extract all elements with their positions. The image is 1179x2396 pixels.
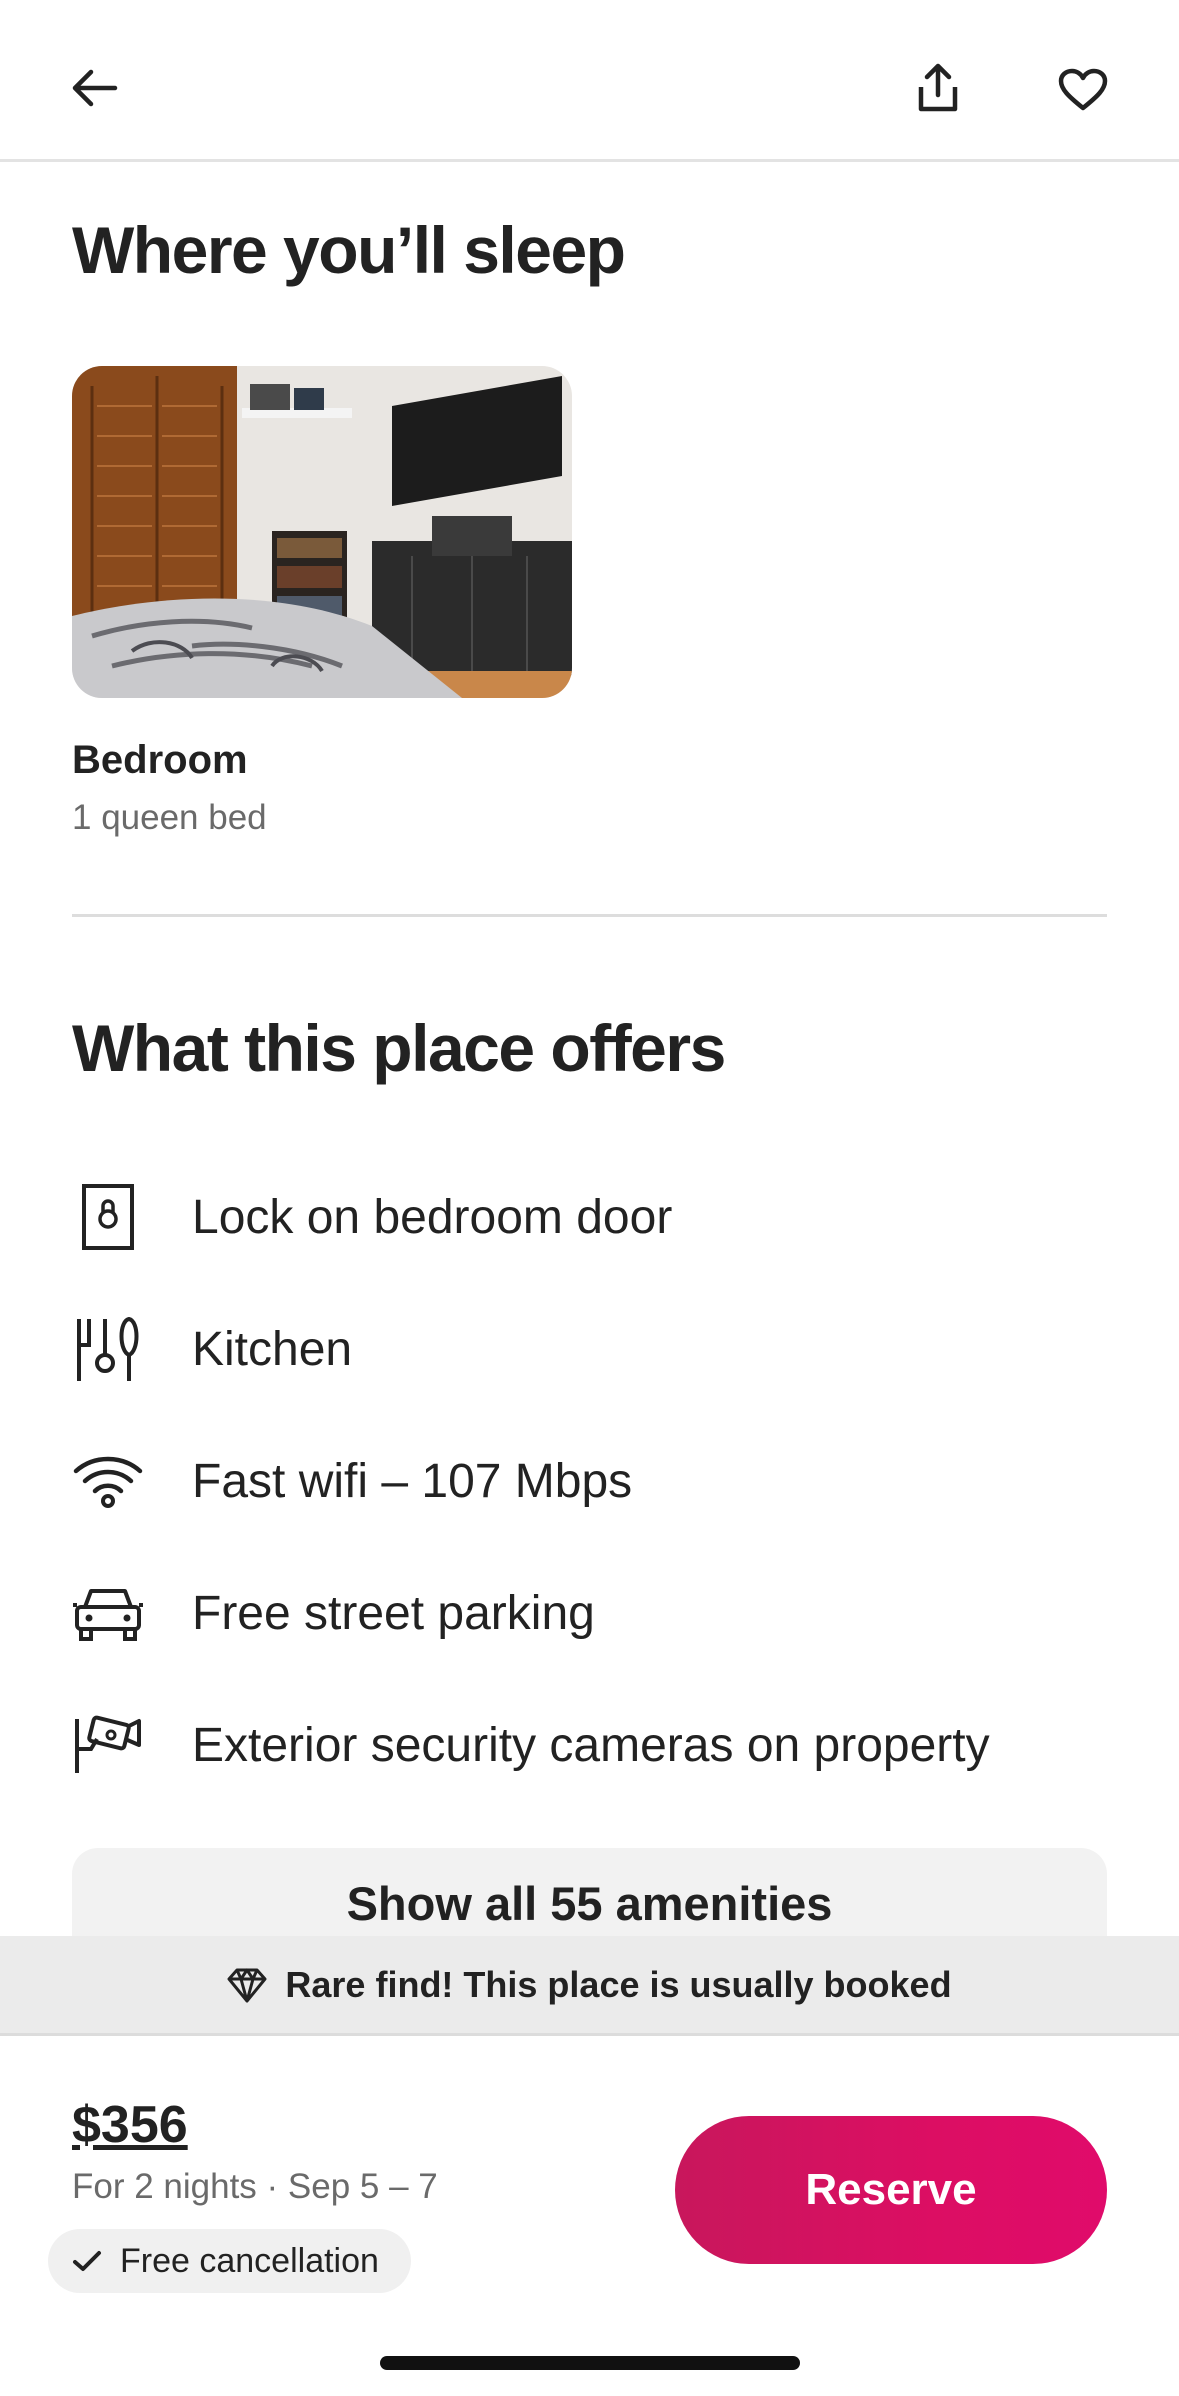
amenity-item: Fast wifi – 107 Mbps	[72, 1436, 1107, 1526]
kitchen-utensils-icon	[72, 1313, 144, 1385]
amenity-label: Lock on bedroom door	[192, 1190, 673, 1244]
offers-section-title: What this place offers	[72, 1011, 726, 1085]
bedroom-photo[interactable]	[72, 366, 572, 698]
amenity-label: Free street parking	[192, 1586, 595, 1640]
free-cancellation-badge: Free cancellation	[48, 2229, 411, 2293]
amenity-item: Free street parking	[72, 1568, 1107, 1658]
arrow-left-icon	[72, 69, 118, 107]
bedroom-image	[72, 366, 572, 698]
reserve-button[interactable]: Reserve	[675, 2116, 1107, 2264]
amenity-label: Exterior security cameras on property	[192, 1718, 990, 1772]
save-button[interactable]	[1043, 50, 1123, 130]
amenity-label: Kitchen	[192, 1322, 353, 1376]
amenity-item: Lock on bedroom door	[72, 1172, 1107, 1262]
car-icon	[72, 1577, 144, 1649]
checkmark-icon	[73, 2251, 101, 2271]
heart-icon	[1058, 68, 1108, 111]
top-bar	[0, 0, 1179, 162]
security-camera-icon	[72, 1709, 144, 1781]
total-price-link[interactable]: $356	[72, 2095, 188, 2155]
section-divider	[72, 914, 1107, 917]
banner-text: Rare find! This place is usually booked	[285, 1963, 952, 2005]
sleep-section-title: Where you’ll sleep	[72, 213, 626, 287]
stay-dates: For 2 nights · Sep 5 – 7	[72, 2167, 438, 2206]
room-name: Bedroom	[72, 738, 248, 782]
share-button[interactable]	[898, 48, 978, 128]
rare-find-banner: Rare find! This place is usually booked	[0, 1936, 1179, 2036]
wifi-icon	[72, 1445, 144, 1517]
amenity-label: Fast wifi – 107 Mbps	[192, 1454, 633, 1508]
amenity-item: Kitchen	[72, 1304, 1107, 1394]
listing-page: Where you’ll sleep Bedroom 1 queen bed W…	[0, 0, 1179, 2396]
amenity-item: Exterior security cameras on property	[72, 1700, 1107, 1790]
share-icon	[918, 63, 958, 112]
room-beds: 1 queen bed	[72, 798, 267, 837]
lock-door-icon	[72, 1181, 144, 1253]
reservation-footer: $356 For 2 nights · Sep 5 – 7 Free cance…	[0, 2039, 1179, 2396]
diamond-icon	[227, 1968, 267, 2002]
back-button[interactable]	[54, 48, 134, 128]
home-indicator	[380, 2356, 800, 2370]
cancellation-label: Free cancellation	[120, 2241, 379, 2280]
